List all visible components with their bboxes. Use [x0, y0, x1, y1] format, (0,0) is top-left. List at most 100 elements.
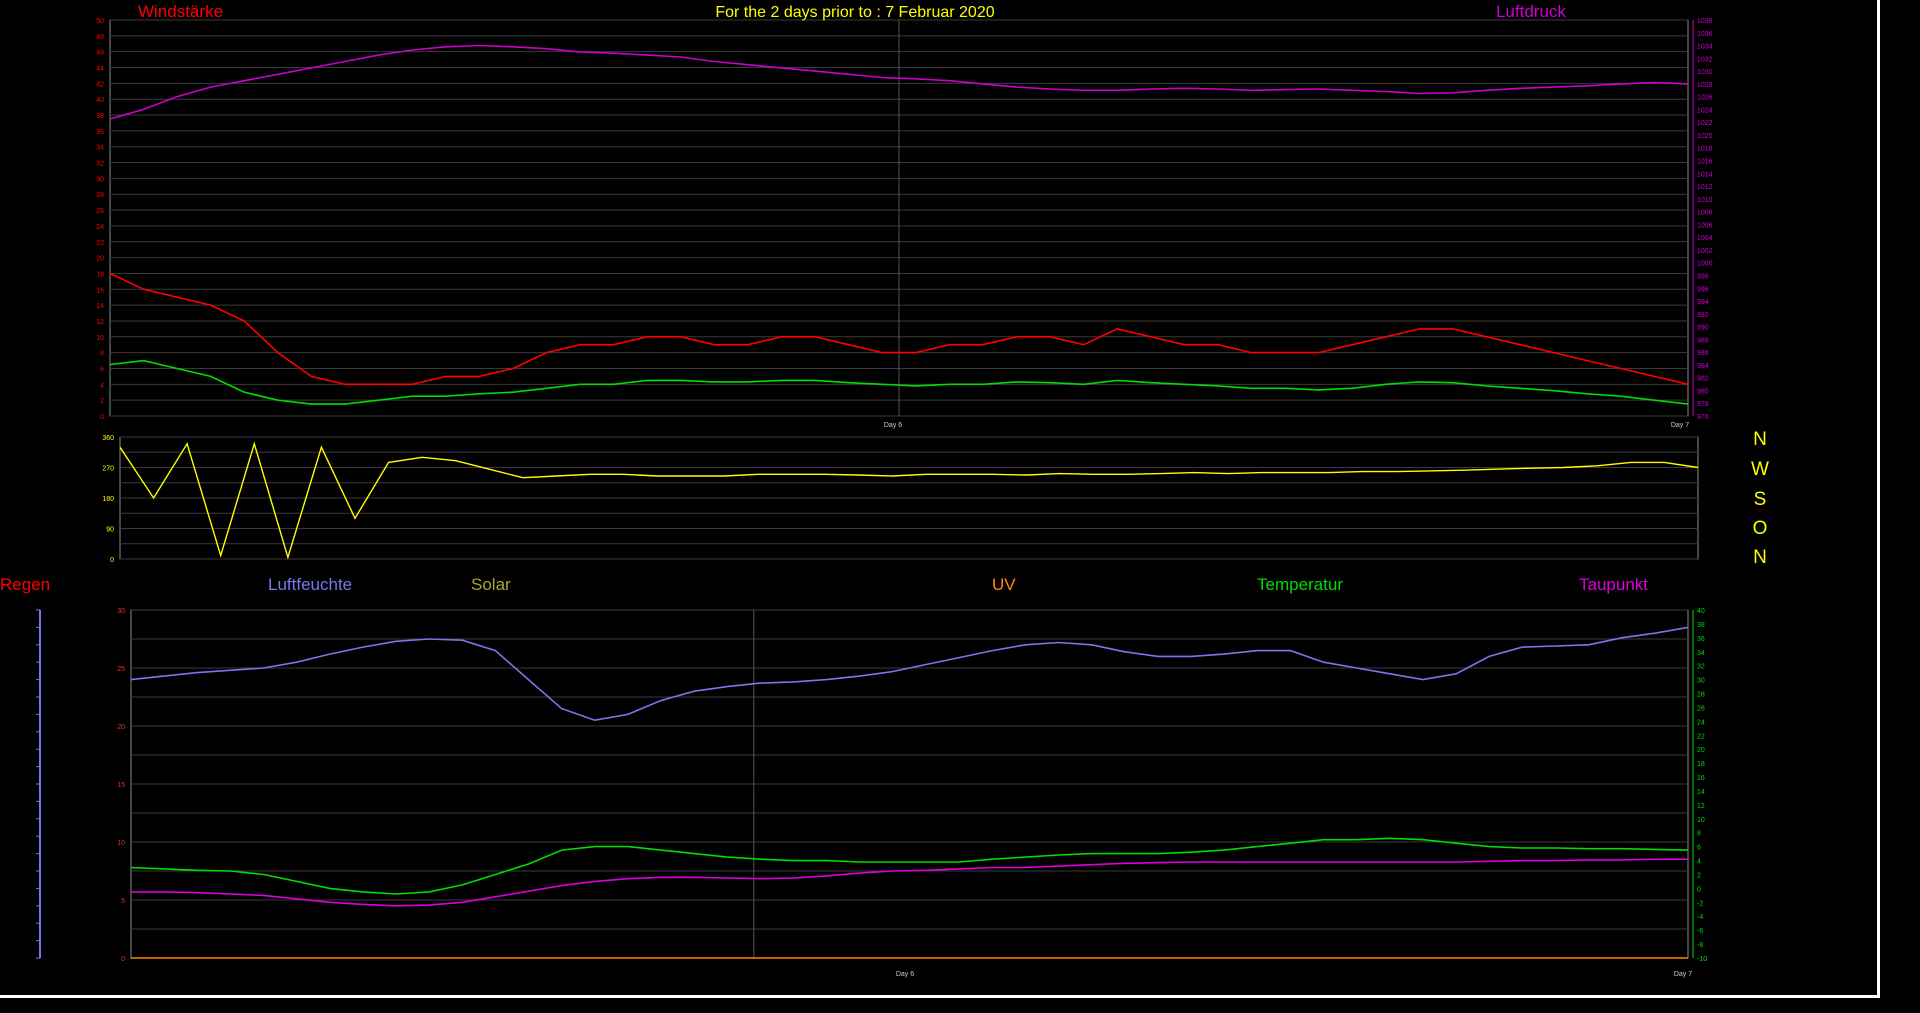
left-tick-label: 18	[96, 271, 104, 278]
wind-label: Windstärke	[138, 2, 223, 21]
left-tick-label: 50	[96, 18, 104, 25]
right-tick-label: 1018	[1697, 146, 1713, 153]
right-tick-label: 0	[1697, 886, 1701, 893]
left-tick-label: 10	[96, 335, 104, 342]
humidity-label: Luftfeuchte	[268, 575, 352, 594]
left-tick-label: 8	[100, 351, 104, 358]
right-tick-label: 1038	[1697, 18, 1713, 25]
left-tick-label: 0	[121, 956, 125, 963]
left-tick-label: 28	[96, 192, 104, 199]
pressure-label: Luftdruck	[1496, 2, 1566, 21]
uv-label: UV	[992, 575, 1016, 594]
right-tick-label: 1016	[1697, 159, 1713, 166]
right-tick-label: 1034	[1697, 44, 1713, 51]
left-tick-label: 36	[96, 129, 104, 136]
right-tick-label: 992	[1697, 312, 1709, 319]
temperature-label: Temperatur	[1257, 575, 1343, 594]
direction-grid	[120, 436, 1698, 560]
humidity-temperature-chart: 051015202530 -10-8-6-4-20246810121416182…	[36, 608, 1707, 978]
right-tick-label: 6	[1697, 845, 1701, 852]
right-tick-label: 1012	[1697, 184, 1713, 191]
series-line-luftfeuchte	[130, 626, 1689, 722]
right-tick-label: 996	[1697, 286, 1709, 293]
left-tick-label: 20	[96, 256, 104, 263]
left-tick-label: 16	[96, 287, 104, 294]
bottom-legend: Regen Luftfeuchte Solar UV Temperatur Ta…	[0, 575, 1648, 594]
right-tick-label: 978	[1697, 401, 1709, 408]
right-tick-label: 988	[1697, 337, 1709, 344]
right-tick-label: 1010	[1697, 197, 1713, 204]
right-tick-label: 1004	[1697, 235, 1713, 242]
right-tick-label: 2	[1697, 872, 1701, 879]
compass-legend: N W S O N	[1751, 429, 1769, 568]
right-tick-label: 980	[1697, 388, 1709, 395]
right-tick-label: 986	[1697, 350, 1709, 357]
right-tick-label: 28	[1697, 692, 1705, 699]
right-tick-label: 22	[1697, 733, 1705, 740]
right-tick-label: 1026	[1697, 95, 1713, 102]
right-tick-label: 1006	[1697, 222, 1713, 229]
left-tick-label: 10	[117, 840, 125, 847]
right-tick-label: -10	[1697, 956, 1707, 963]
right-tick-label: 8	[1697, 831, 1701, 838]
left-tick-label: 14	[96, 303, 104, 310]
right-tick-label: 1002	[1697, 248, 1713, 255]
left-tick-label: 30	[117, 608, 125, 615]
left-tick-label: 90	[106, 527, 114, 534]
series-line-taupunkt	[131, 858, 1688, 907]
right-tick-label: 998	[1697, 273, 1709, 280]
left-tick-label: 0	[100, 414, 104, 421]
left-tick-label: 15	[117, 782, 125, 789]
left-tick-label: 4	[100, 382, 104, 389]
series-line-temperatur	[130, 837, 1689, 895]
compass-n-bottom: N	[1753, 547, 1767, 568]
left-tick-label: 40	[96, 97, 104, 104]
left-tick-label: 42	[96, 81, 104, 88]
left-tick-label: 26	[96, 208, 104, 215]
left-tick-label: 46	[96, 50, 104, 57]
direction-left-axis: 0 90 180 270 360	[102, 435, 114, 564]
right-tick-label: 24	[1697, 719, 1705, 726]
right-tick-label: 1030	[1697, 69, 1713, 76]
right-tick-label: 4	[1697, 859, 1701, 866]
left-tick-label: 360	[102, 435, 114, 442]
right-tick-label: 34	[1697, 650, 1705, 657]
right-tick-label: 984	[1697, 363, 1709, 370]
left-tick-label: 30	[96, 176, 104, 183]
right-tick-label: -2	[1697, 900, 1703, 907]
left-tick-label: 2	[100, 398, 104, 405]
right-tick-label: -6	[1697, 928, 1703, 935]
solar-label: Solar	[471, 575, 511, 594]
right-tick-label: 1032	[1697, 56, 1713, 63]
left-tick-label: 25	[117, 666, 125, 673]
bottom-grid	[131, 609, 1688, 959]
right-tick-label: 32	[1697, 664, 1705, 671]
right-tick-label: 990	[1697, 325, 1709, 332]
right-tick-label: 1036	[1697, 31, 1713, 38]
left-tick-label: 12	[96, 319, 104, 326]
left-tick-label: 24	[96, 224, 104, 231]
bottom-series	[130, 626, 1689, 959]
direction-series	[119, 441, 1699, 560]
right-tick-label: 18	[1697, 761, 1705, 768]
rain-label: Regen	[0, 575, 50, 594]
right-tick-label: 10	[1697, 817, 1705, 824]
top-x-label-day6: Day 6	[884, 422, 902, 429]
right-tick-label: 16	[1697, 775, 1705, 782]
right-tick-label: 30	[1697, 678, 1705, 685]
right-tick-label: 982	[1697, 376, 1709, 383]
left-tick-label: 20	[117, 724, 125, 731]
left-tick-label: 6	[100, 366, 104, 373]
top-left-axis: 0246810121416182022242628303234363840424…	[96, 18, 104, 421]
right-tick-label: 994	[1697, 299, 1709, 306]
top-right-axis: 976 978 980 982 984 986 988 990 992 994 996 998 1000…	[1692, 18, 1713, 421]
right-tick-label: 1022	[1697, 120, 1713, 127]
right-tick-label: 26	[1697, 705, 1705, 712]
wind-direction-chart: 0 90 180 270 360 N W S O N	[102, 429, 1769, 568]
left-tick-label: 38	[96, 113, 104, 120]
right-tick-label: 1028	[1697, 82, 1713, 89]
compass-n-top: N	[1753, 429, 1767, 450]
right-tick-label: 976	[1697, 414, 1709, 421]
compass-w: W	[1751, 459, 1769, 480]
bottom-x-label-day7: Day 7	[1674, 971, 1692, 978]
